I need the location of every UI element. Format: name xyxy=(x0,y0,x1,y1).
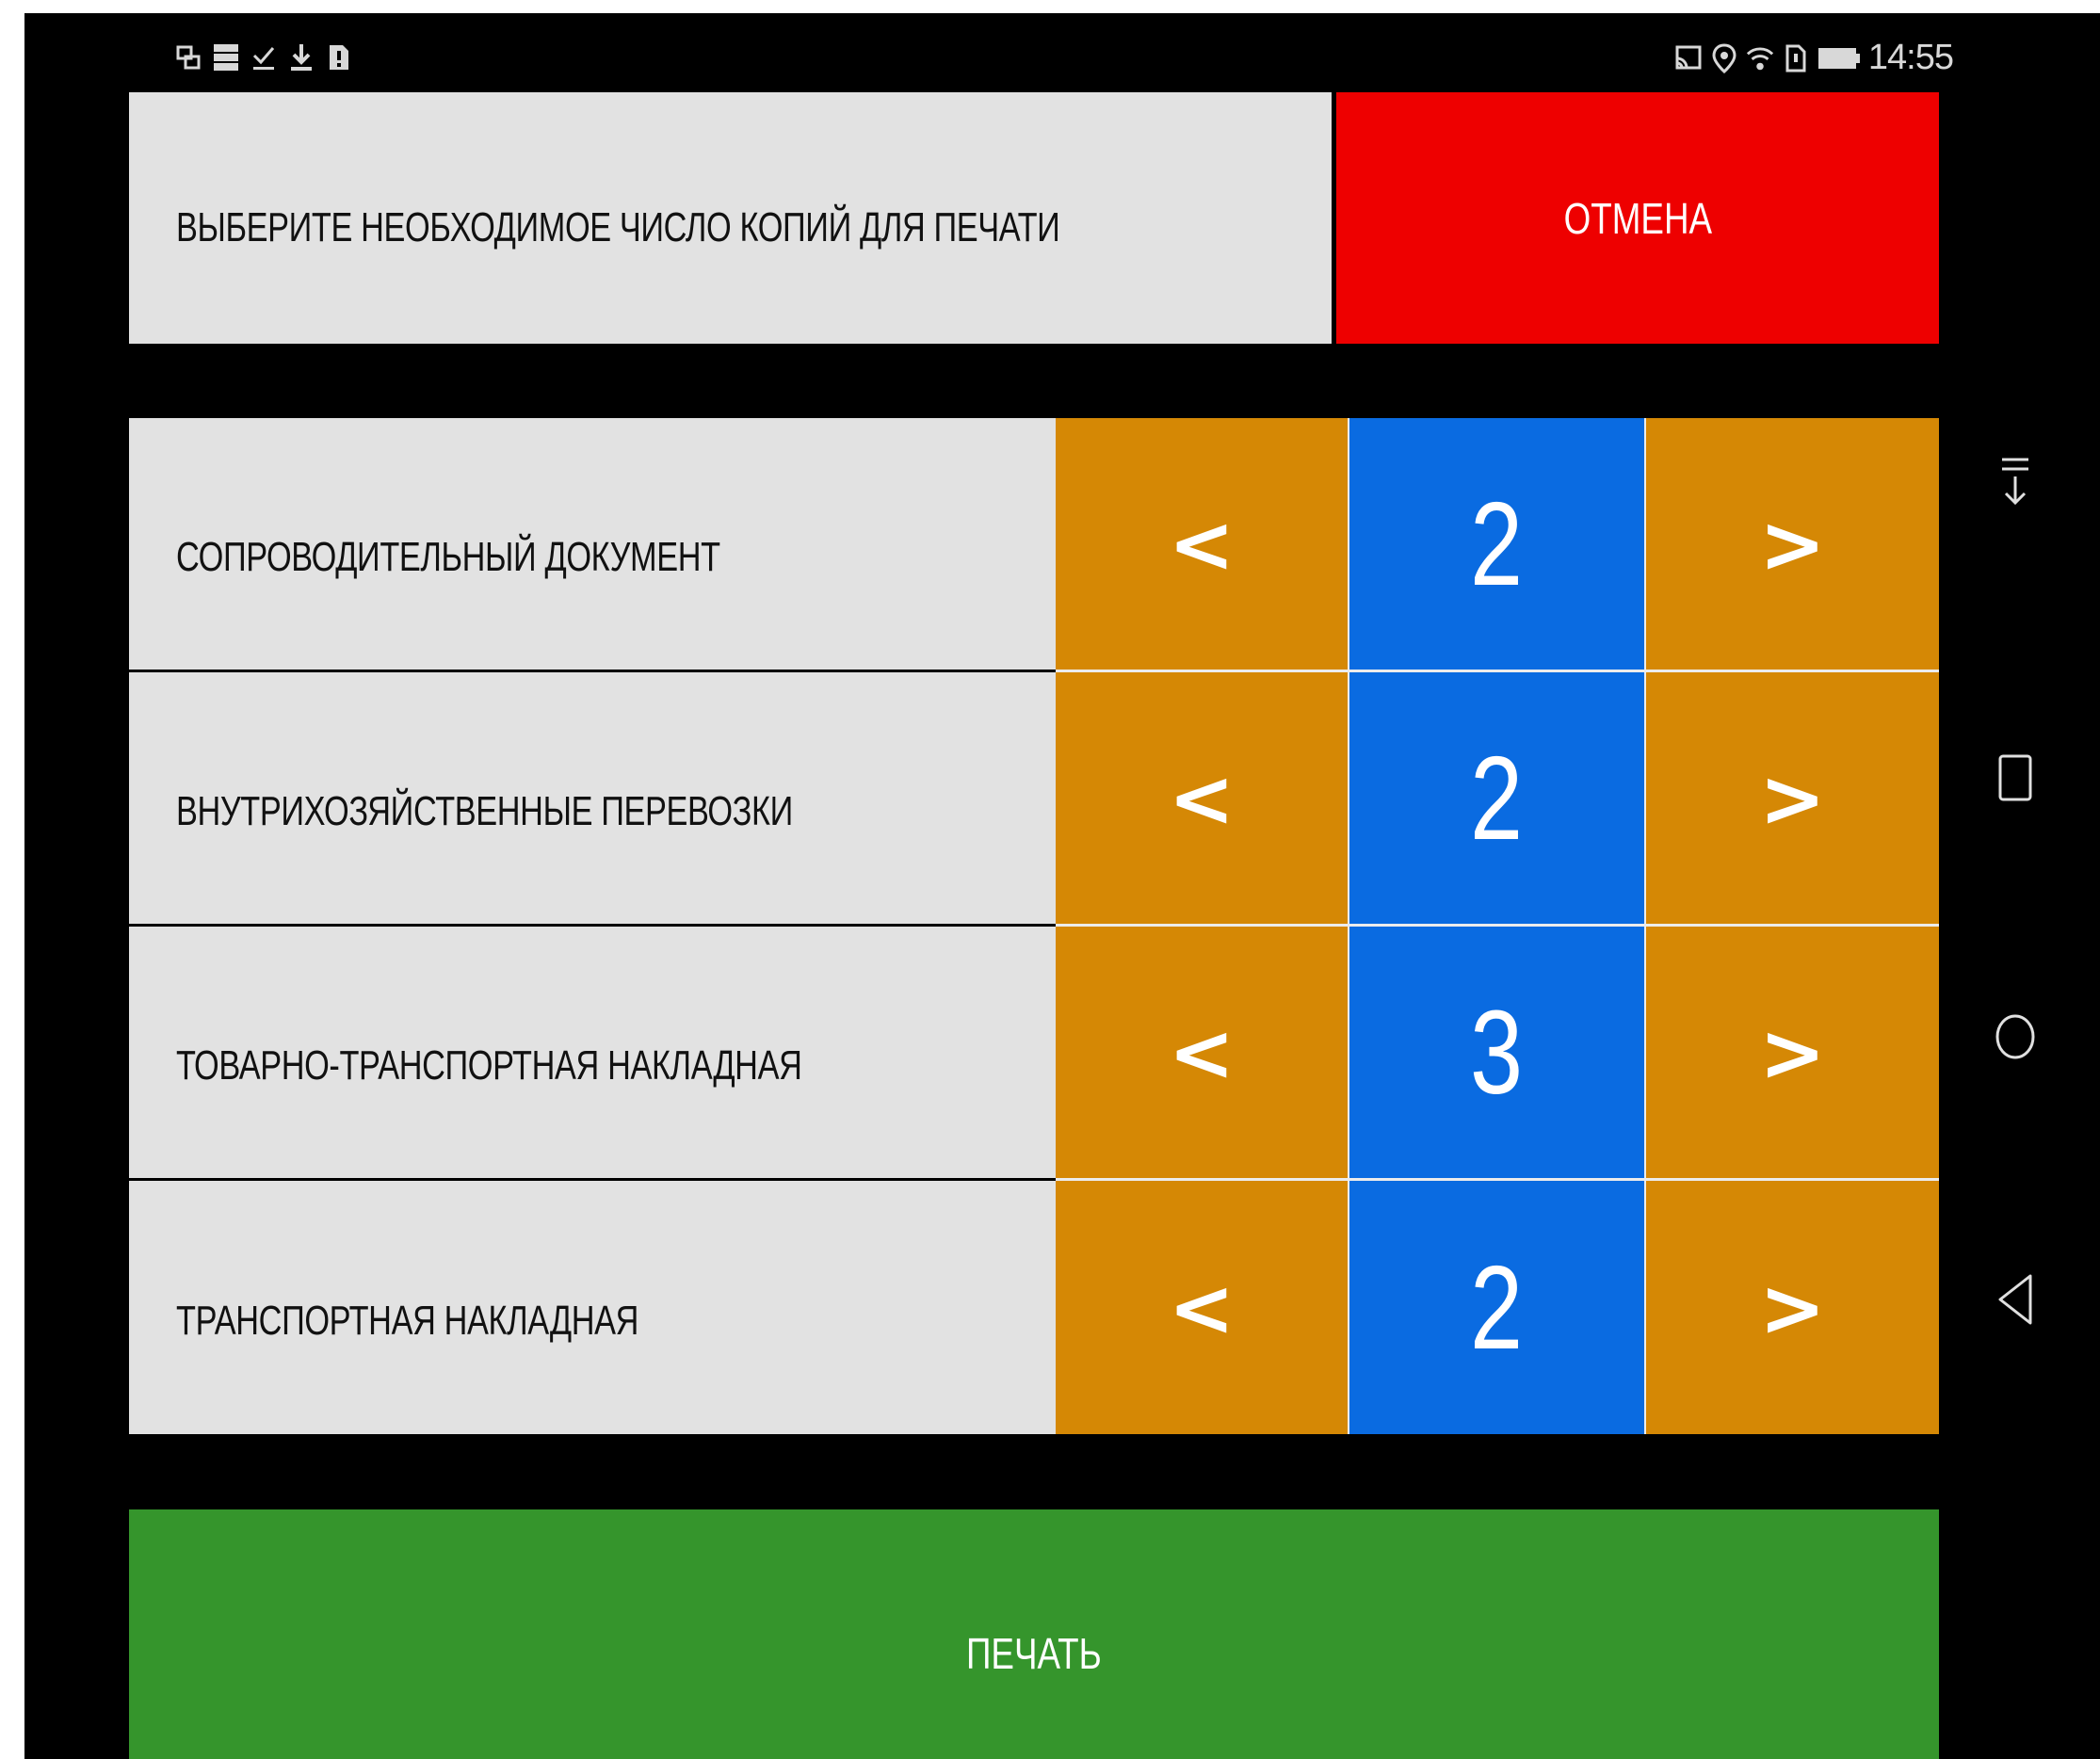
cancel-button[interactable]: ОТМЕНА xyxy=(1336,92,1939,344)
column-divider xyxy=(1348,418,1349,1434)
increment-button[interactable]: > xyxy=(1646,1181,1939,1434)
copies-value: 2 xyxy=(1470,731,1524,864)
status-left-icons xyxy=(175,41,352,73)
document-row: ТОВАРНО-ТРАНСПОРТНАЯ НАКЛАДНАЯ < 3 > xyxy=(129,927,1939,1178)
copies-count: 2 xyxy=(1349,1181,1644,1434)
screen-cast-icon xyxy=(1674,40,1703,77)
chevron-right-icon: > xyxy=(1759,1006,1826,1099)
document-label: ТОВАРНО-ТРАНСПОРТНАЯ НАКЛАДНАЯ xyxy=(176,1041,802,1089)
copies-count: 2 xyxy=(1349,672,1644,924)
decrement-button[interactable]: < xyxy=(1056,418,1348,670)
increment-button[interactable]: > xyxy=(1646,672,1939,924)
copies-count: 2 xyxy=(1349,418,1644,670)
increment-button[interactable]: > xyxy=(1646,418,1939,670)
navigation-bar xyxy=(1953,13,2100,1759)
document-label: ТРАНСПОРТНАЯ НАКЛАДНАЯ xyxy=(176,1297,639,1344)
chevron-left-icon: < xyxy=(1168,751,1236,845)
document-row: ВНУТРИХОЗЯЙСТВЕННЫЕ ПЕРЕВОЗКИ < 2 > xyxy=(129,672,1939,924)
notification-pull-icon[interactable] xyxy=(1993,458,2038,507)
chevron-left-icon: < xyxy=(1168,1261,1236,1354)
document-row: ТРАНСПОРТНАЯ НАКЛАДНАЯ < 2 > xyxy=(129,1181,1939,1434)
status-time: 14:55 xyxy=(1867,38,1954,77)
location-icon xyxy=(1710,40,1738,77)
home-icon[interactable] xyxy=(1993,1012,2038,1061)
decrement-button[interactable]: < xyxy=(1056,672,1348,924)
chevron-right-icon: > xyxy=(1759,497,1826,590)
chevron-left-icon: < xyxy=(1168,1006,1236,1099)
copies-value: 2 xyxy=(1470,476,1524,610)
document-label-cell: ВНУТРИХОЗЯЙСТВЕННЫЕ ПЕРЕВОЗКИ xyxy=(129,672,1056,924)
document-label-cell: СОПРОВОДИТЕЛЬНЫЙ ДОКУМЕНТ xyxy=(129,418,1056,670)
cancel-button-label: ОТМЕНА xyxy=(1563,193,1712,243)
recents-icon[interactable] xyxy=(1993,753,2038,802)
chevron-right-icon: > xyxy=(1759,751,1826,845)
increment-button[interactable]: > xyxy=(1646,927,1939,1178)
row-divider xyxy=(1056,924,1939,927)
document-label-cell: ТРАНСПОРТНАЯ НАКЛАДНАЯ xyxy=(129,1181,1056,1434)
decrement-button[interactable]: < xyxy=(1056,927,1348,1178)
row-divider xyxy=(1056,1178,1939,1181)
cast-icon xyxy=(175,41,202,73)
header-panel: ВЫБЕРИТЕ НЕОБХОДИМОЕ ЧИСЛО КОПИЙ ДЛЯ ПЕЧ… xyxy=(129,92,1332,344)
wifi-icon xyxy=(1746,40,1774,77)
copies-value: 2 xyxy=(1470,1240,1524,1374)
decrement-button[interactable]: < xyxy=(1056,1181,1348,1434)
chevron-left-icon: < xyxy=(1168,497,1236,590)
sim-icon xyxy=(1782,40,1810,77)
app-screen: 14:55 ВЫБЕРИТЕ НЕОБХОДИМОЕ ЧИСЛО КОПИЙ Д… xyxy=(24,13,2100,1759)
print-button[interactable]: ПЕЧАТЬ xyxy=(129,1509,1939,1759)
row-divider xyxy=(1056,670,1939,672)
storage-icon xyxy=(213,41,239,73)
status-right-icons: 14:55 xyxy=(1674,38,1954,78)
chevron-right-icon: > xyxy=(1759,1261,1826,1354)
battery-icon xyxy=(1817,46,1861,71)
document-label-cell: ТОВАРНО-ТРАНСПОРТНАЯ НАКЛАДНАЯ xyxy=(129,927,1056,1178)
print-button-label: ПЕЧАТЬ xyxy=(966,1628,1102,1678)
copies-count: 3 xyxy=(1349,927,1644,1178)
document-row: СОПРОВОДИТЕЛЬНЫЙ ДОКУМЕНТ < 2 > xyxy=(129,418,1939,670)
document-label: ВНУТРИХОЗЯЙСТВЕННЫЕ ПЕРЕВОЗКИ xyxy=(176,787,793,834)
status-bar: 14:55 xyxy=(128,34,1954,89)
column-divider xyxy=(1644,418,1646,1434)
document-label: СОПРОВОДИТЕЛЬНЫЙ ДОКУМЕНТ xyxy=(176,533,720,580)
page-title: ВЫБЕРИТЕ НЕОБХОДИМОЕ ЧИСЛО КОПИЙ ДЛЯ ПЕЧ… xyxy=(176,203,1060,250)
sim-alert-icon xyxy=(326,41,352,73)
copies-value: 3 xyxy=(1470,985,1524,1119)
checklist-icon xyxy=(250,41,277,73)
back-icon[interactable] xyxy=(1993,1274,2038,1325)
download-icon xyxy=(288,41,315,73)
document-list: СОПРОВОДИТЕЛЬНЫЙ ДОКУМЕНТ < 2 > ВНУТРИХО… xyxy=(129,418,1939,1434)
